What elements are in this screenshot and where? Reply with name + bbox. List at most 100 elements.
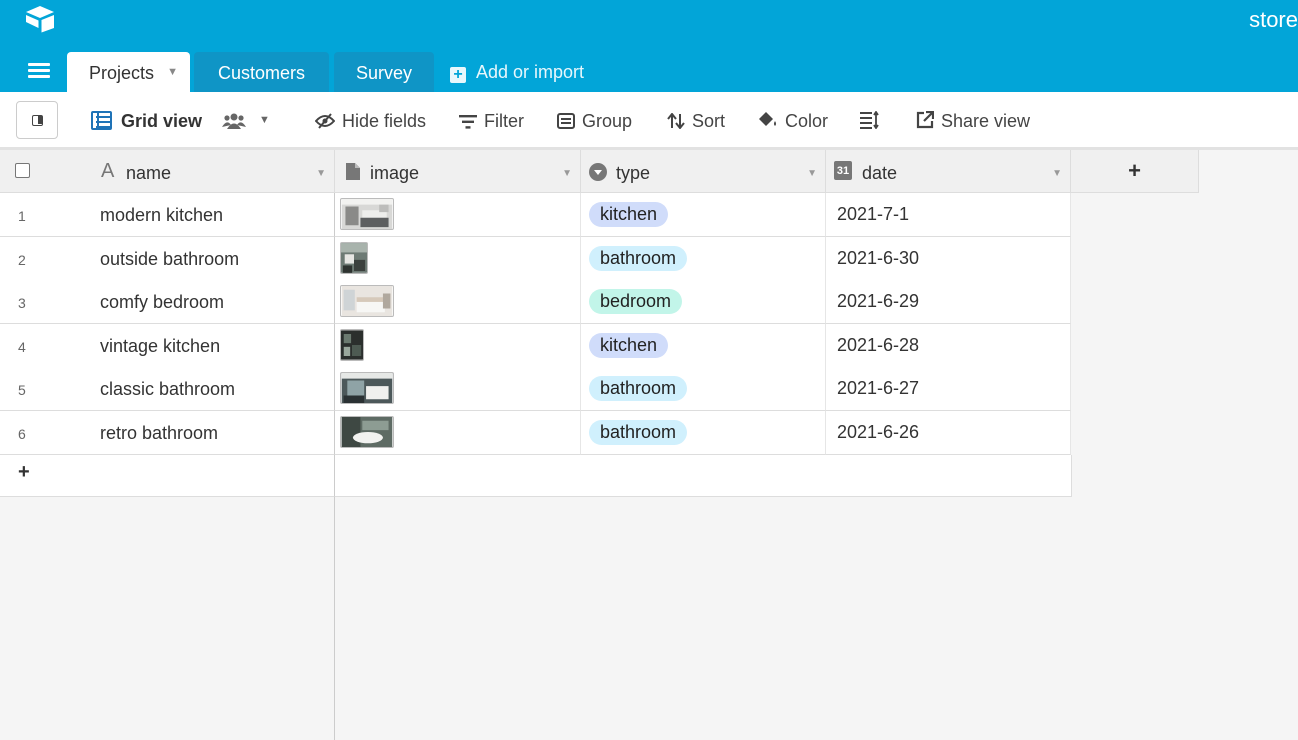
column-header-type[interactable]: type ▼: [581, 150, 826, 193]
filter-label: Filter: [484, 111, 524, 131]
image-cell[interactable]: [335, 237, 581, 281]
image-thumbnail[interactable]: [340, 285, 394, 317]
type-pill: kitchen: [589, 333, 669, 358]
image-cell[interactable]: [335, 367, 581, 411]
type-cell[interactable]: kitchen: [581, 324, 826, 368]
hamburger-menu-icon[interactable]: [28, 63, 50, 81]
grid-view-icon: [91, 111, 112, 130]
airtable-logo-icon[interactable]: [24, 5, 56, 33]
color-label: Color: [785, 111, 829, 131]
name-cell[interactable]: comfy bedroom: [92, 280, 335, 324]
add-record-row[interactable]: +: [0, 455, 1072, 497]
add-or-import-label: Add or import: [476, 62, 585, 82]
type-cell[interactable]: bathroom: [581, 237, 826, 281]
column-header-image[interactable]: image ▼: [335, 150, 581, 193]
filter-icon: [459, 115, 477, 129]
column-label: name: [126, 163, 172, 183]
add-or-import-button[interactable]: + Add or import: [450, 62, 584, 83]
collaborative-view-icon: [222, 113, 246, 129]
tab-projects[interactable]: Projects ▼: [67, 52, 190, 92]
date-field-icon: 31: [834, 161, 852, 180]
image-cell[interactable]: [335, 280, 581, 324]
image-thumbnail[interactable]: [340, 242, 368, 274]
color-button[interactable]: Color: [758, 111, 828, 132]
table-row[interactable]: 6 retro bathroom bathroom 2021-6-26: [0, 411, 1071, 455]
name-cell[interactable]: modern kitchen: [92, 193, 335, 237]
single-select-field-icon: [589, 163, 607, 181]
table-row[interactable]: 5 classic bathroom bathroom 2021-6-27: [0, 367, 1071, 411]
add-field-button[interactable]: +: [1071, 150, 1199, 193]
row-height-icon: [860, 111, 879, 129]
group-button[interactable]: Group: [557, 111, 632, 132]
column-menu-caret-icon[interactable]: ▼: [562, 168, 572, 179]
date-cell[interactable]: 2021-6-30: [826, 237, 1071, 281]
row-height-button[interactable]: [860, 111, 887, 132]
name-cell[interactable]: vintage kitchen: [92, 324, 335, 368]
text-field-icon: A: [101, 160, 115, 182]
table-row[interactable]: 2 outside bathroom bathroom 2021-6-30: [0, 237, 1071, 281]
type-cell[interactable]: bedroom: [581, 280, 826, 324]
group-icon: [557, 113, 575, 129]
type-cell[interactable]: kitchen: [581, 193, 826, 237]
select-all-checkbox[interactable]: [15, 163, 30, 178]
tab-customers[interactable]: Customers: [194, 52, 329, 92]
type-cell[interactable]: bathroom: [581, 411, 826, 455]
sort-arrows-icon: [667, 113, 685, 129]
type-pill: kitchen: [589, 202, 669, 227]
name-cell[interactable]: outside bathroom: [92, 237, 335, 281]
type-pill: bathroom: [589, 376, 688, 401]
tab-label: Projects: [89, 63, 155, 83]
sort-button[interactable]: Sort: [667, 111, 725, 132]
sidebar-toggle-button[interactable]: [16, 101, 58, 139]
column-header-date[interactable]: 31 date ▼: [826, 150, 1071, 193]
view-switcher[interactable]: Grid view: [91, 111, 202, 132]
paint-bucket-icon: [759, 112, 776, 126]
column-menu-caret-icon[interactable]: ▼: [316, 168, 326, 179]
attachment-field-icon: [346, 163, 360, 180]
date-cell[interactable]: 2021-6-29: [826, 280, 1071, 324]
row-number: 3: [0, 280, 92, 324]
date-cell[interactable]: 2021-6-26: [826, 411, 1071, 455]
tab-survey[interactable]: Survey: [334, 52, 434, 92]
plus-square-icon: +: [450, 67, 466, 83]
column-header-name[interactable]: A name ▼: [0, 150, 335, 193]
type-pill: bathroom: [589, 246, 688, 271]
row-number: 4: [0, 324, 92, 368]
share-external-icon: [916, 111, 934, 129]
add-record-button[interactable]: +: [0, 455, 335, 497]
add-record-row-right[interactable]: [335, 455, 1072, 497]
image-cell[interactable]: [335, 193, 581, 237]
table-row[interactable]: 1 modern kitchen kitchen 2021-7-1: [0, 193, 1071, 237]
name-cell[interactable]: retro bathroom: [92, 411, 335, 455]
table-row[interactable]: 4 vintage kitchen kitchen 2021-6-28: [0, 324, 1071, 368]
view-toolbar: Grid view ▼ Hide fields Filter Group Sor…: [0, 92, 1298, 150]
column-label: date: [862, 163, 898, 183]
view-menu-caret-icon[interactable]: ▼: [259, 114, 270, 126]
date-cell[interactable]: 2021-7-1: [826, 193, 1071, 237]
image-cell[interactable]: [335, 324, 581, 368]
filter-button[interactable]: Filter: [459, 111, 524, 132]
column-menu-caret-icon[interactable]: ▼: [1052, 168, 1062, 179]
type-pill: bedroom: [589, 289, 683, 314]
app-header: store Projects ▼ Customers Survey + Add o…: [0, 0, 1298, 92]
image-cell[interactable]: [335, 411, 581, 455]
date-cell[interactable]: 2021-6-28: [826, 324, 1071, 368]
type-cell[interactable]: bathroom: [581, 367, 826, 411]
column-label: type: [616, 163, 651, 183]
image-thumbnail[interactable]: [340, 416, 394, 448]
date-cell[interactable]: 2021-6-27: [826, 367, 1071, 411]
image-thumbnail[interactable]: [340, 198, 394, 230]
column-menu-caret-icon[interactable]: ▼: [807, 168, 817, 179]
image-thumbnail[interactable]: [340, 372, 394, 404]
share-view-button[interactable]: Share view: [916, 111, 1030, 132]
caret-down-icon[interactable]: ▼: [167, 66, 178, 78]
group-label: Group: [582, 111, 633, 131]
base-name[interactable]: store: [1249, 7, 1298, 33]
hide-fields-button[interactable]: Hide fields: [315, 111, 426, 132]
column-label: image: [370, 163, 420, 183]
image-thumbnail[interactable]: [340, 329, 364, 361]
table-row[interactable]: 3 comfy bedroom bedroom 2021-6-29: [0, 280, 1071, 324]
row-number: 6: [0, 411, 92, 455]
name-cell[interactable]: classic bathroom: [92, 367, 335, 411]
sort-label: Sort: [692, 111, 726, 131]
